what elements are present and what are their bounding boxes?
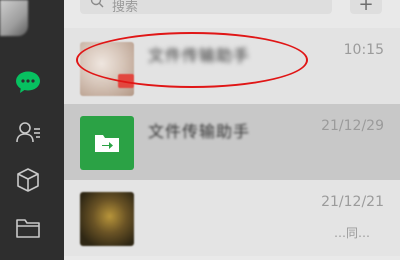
chat-title: 文件传输助手 [148,46,251,65]
chat-avatar [80,192,134,246]
plus-icon: + [358,0,374,15]
file-transfer-icon [80,116,134,170]
add-button[interactable]: + [350,0,382,15]
chat-time: 10:15 [343,42,384,58]
chat-list-item[interactable]: 文件传输助手 21/12/29 [64,104,400,180]
chat-list-item[interactable]: …同… 21/12/21 [64,180,400,256]
search-input[interactable]: 搜索 [80,0,332,15]
chat-avatar [80,42,134,96]
chat-list-item[interactable]: 文件传输助手 10:15 [64,28,400,104]
chat-time: 21/12/29 [321,118,384,134]
search-icon [90,0,104,8]
nav-rail [0,0,64,260]
cube-icon[interactable] [14,166,42,194]
chat-bubble-icon[interactable] [14,68,42,96]
search-placeholder: 搜索 [112,0,139,15]
red-badge-icon [118,74,134,88]
chat-title: 文件传输助手 [148,122,251,141]
contacts-icon[interactable] [14,118,42,146]
user-avatar[interactable] [0,0,28,36]
chat-snippet-tail: …同… [334,226,371,240]
chat-time: 21/12/21 [321,194,384,210]
folder-icon[interactable] [14,214,42,242]
chat-list: 搜索 + 文件传输助手 10:15 文件传输助手 21/12/29 …同… 21… [64,0,400,260]
